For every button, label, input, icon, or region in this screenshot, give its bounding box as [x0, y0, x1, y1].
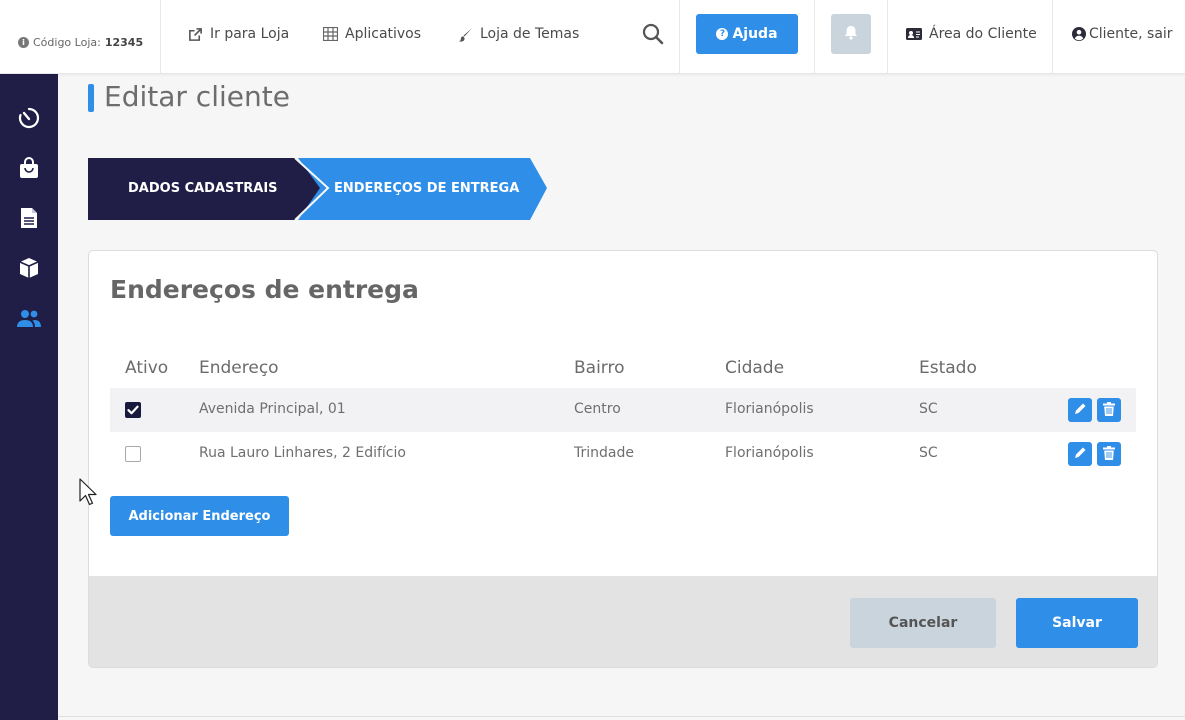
cell-state: SC [919, 445, 938, 461]
cell-state: SC [919, 401, 938, 417]
brush-icon [458, 27, 473, 42]
help-label: Ajuda [732, 26, 778, 42]
sidebar-item-dashboard[interactable] [17, 106, 41, 134]
go-to-store-label: Ir para Loja [210, 26, 290, 42]
dashboard-timer-icon [17, 106, 41, 134]
table-row: Avenida Principal, 01 Centro Florianópol… [110, 388, 1136, 432]
apps-link[interactable]: Aplicativos [323, 24, 421, 44]
cell-city: Florianópolis [725, 445, 814, 461]
client-area-label: Área do Cliente [929, 26, 1037, 42]
info-icon: i [18, 37, 29, 48]
step-wizard: DADOS CADASTRAIS ENDEREÇOS DE ENTREGA [88, 158, 558, 220]
edit-button[interactable] [1068, 398, 1092, 422]
users-icon [16, 308, 42, 332]
grid-icon [323, 27, 338, 41]
theme-store-label: Loja de Temas [480, 26, 580, 42]
question-icon: ? [716, 28, 729, 40]
go-to-store-link[interactable]: Ir para Loja [188, 24, 289, 44]
mouse-cursor-icon [79, 478, 97, 506]
divider [1052, 0, 1053, 74]
pencil-icon [1073, 401, 1087, 420]
column-header-active: Ativo [125, 358, 169, 378]
page-title: Editar cliente [104, 80, 290, 113]
delete-button[interactable] [1097, 398, 1121, 422]
search-button[interactable] [641, 22, 665, 46]
cell-address: Rua Lauro Linhares, 2 Edifício [199, 445, 406, 461]
document-icon [20, 207, 38, 233]
card-footer: Cancelar Salvar [89, 576, 1157, 667]
delete-button[interactable] [1097, 442, 1121, 466]
step-delivery-addresses[interactable]: ENDEREÇOS DE ENTREGA [334, 181, 519, 196]
sidebar [0, 74, 58, 720]
cell-city: Florianópolis [725, 401, 814, 417]
client-area-link[interactable]: Área do Cliente [906, 24, 1037, 44]
store-code-value: 12345 [104, 36, 144, 49]
trash-icon [1103, 445, 1115, 464]
help-button[interactable]: ? Ajuda [696, 14, 798, 54]
cell-district: Centro [574, 401, 621, 417]
table-row: Rua Lauro Linhares, 2 Edifício Trindade … [110, 432, 1136, 476]
column-header-state: Estado [919, 358, 977, 378]
edit-button[interactable] [1068, 442, 1092, 466]
cell-address: Avenida Principal, 01 [199, 401, 346, 417]
sidebar-item-customers[interactable] [17, 308, 41, 332]
theme-store-link[interactable]: Loja de Temas [458, 24, 579, 44]
sidebar-item-products[interactable] [17, 258, 41, 282]
save-button[interactable]: Salvar [1016, 598, 1138, 648]
store-code: i Código Loja: 12345 [18, 36, 143, 49]
logout-label: Cliente, sair [1089, 26, 1173, 42]
bottom-divider [58, 716, 1185, 720]
column-header-address: Endereço [199, 358, 279, 378]
title-accent-bar [88, 84, 94, 112]
search-icon [641, 23, 665, 50]
box-icon [18, 257, 40, 283]
column-header-city: Cidade [725, 358, 785, 378]
step-personal-data[interactable]: DADOS CADASTRAIS [128, 181, 278, 196]
column-header-district: Bairro [574, 358, 625, 378]
divider [814, 0, 815, 74]
card-title: Endereços de entrega [110, 275, 419, 304]
bell-icon [844, 25, 858, 44]
divider [887, 0, 888, 74]
pencil-icon [1073, 445, 1087, 464]
active-checkbox[interactable] [125, 446, 141, 462]
sidebar-item-documents[interactable] [17, 208, 41, 232]
trash-icon [1103, 401, 1115, 420]
store-code-label: Código Loja: [33, 36, 101, 49]
id-card-icon [906, 28, 922, 40]
notifications-button[interactable] [831, 14, 871, 54]
checkmark-icon [127, 405, 139, 415]
user-circle-icon [1072, 27, 1086, 41]
top-bar: i Código Loja: 12345 Ir para Loja Aplica… [0, 0, 1185, 74]
add-address-button[interactable]: Adicionar Endereço [110, 496, 289, 536]
addresses-card: Endereços de entrega Ativo Endereço Bair… [88, 250, 1158, 668]
external-link-icon [188, 27, 203, 42]
sidebar-item-orders[interactable] [17, 157, 41, 183]
shopping-bag-icon [19, 157, 39, 183]
cell-district: Trindade [574, 445, 634, 461]
divider [679, 0, 680, 74]
active-checkbox[interactable] [125, 402, 141, 418]
logout-link[interactable]: Cliente, sair [1072, 24, 1173, 44]
cancel-button[interactable]: Cancelar [850, 598, 996, 648]
apps-label: Aplicativos [345, 26, 422, 42]
divider [160, 0, 161, 74]
